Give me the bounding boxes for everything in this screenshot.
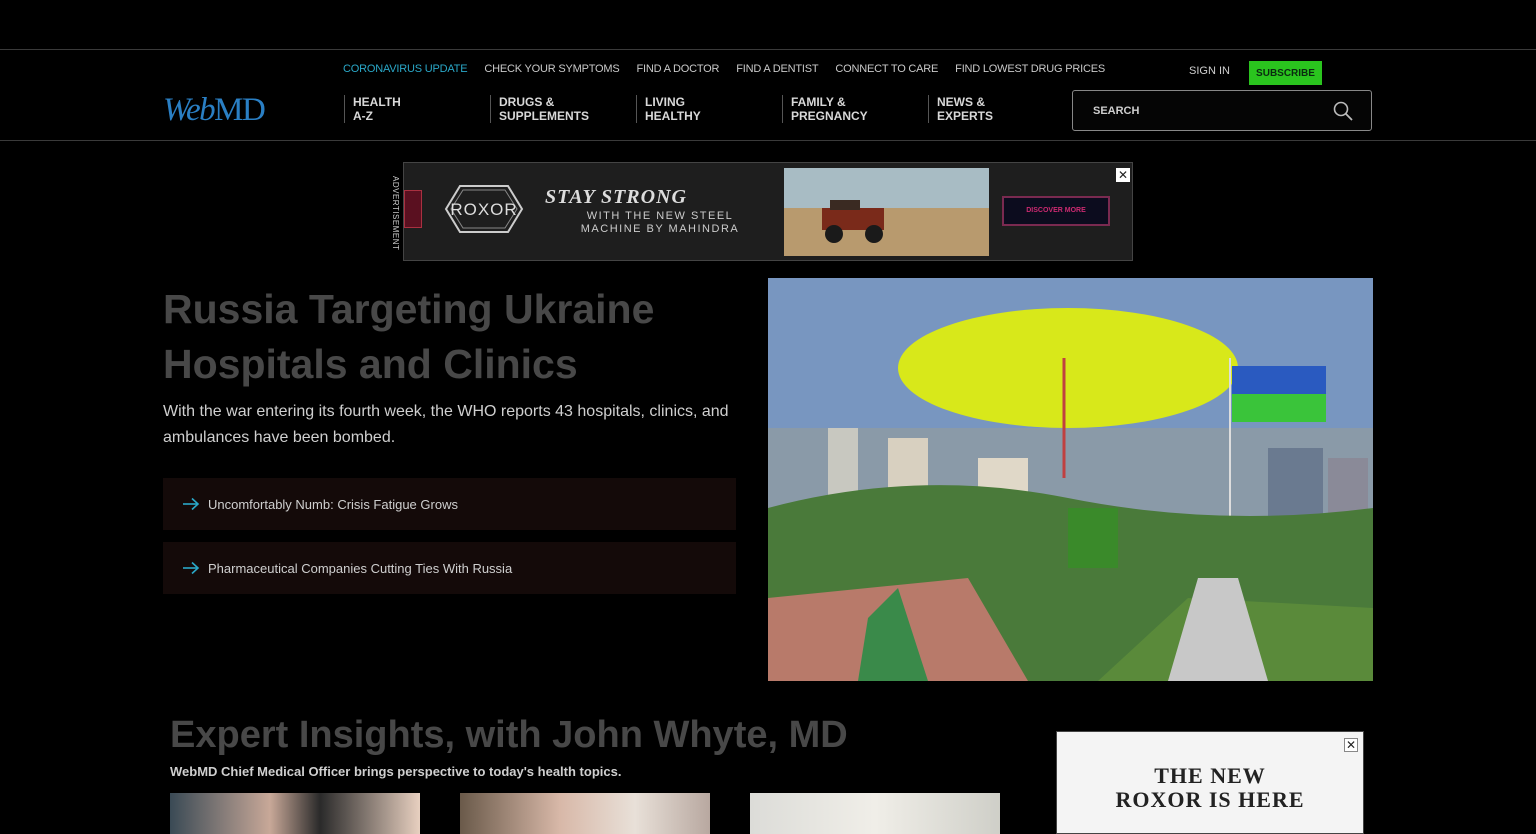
cityscape-illustration	[768, 278, 1373, 681]
utility-link-coronavirus[interactable]: CORONAVIRUS UPDATE	[343, 63, 468, 75]
utility-link-symptoms[interactable]: CHECK YOUR SYMPTOMS	[484, 63, 619, 75]
hero-title[interactable]: Russia Targeting Ukraine Hospitals and C…	[163, 282, 753, 392]
nav-item-label: NEWS &	[937, 95, 985, 109]
arrow-right-icon	[183, 561, 200, 575]
search-icon[interactable]	[1333, 101, 1353, 121]
ad-close-button[interactable]: ✕	[1116, 168, 1130, 182]
nav-item-label: FAMILY &	[791, 95, 846, 109]
main-nav: HEALTH A-Z DRUGS & SUPPLEMENTS LIVING HE…	[344, 95, 1074, 123]
ad-subtext-line: WITH THE NEW STEEL	[586, 210, 734, 222]
related-link-label: Pharmaceutical Companies Cutting Ties Wi…	[208, 560, 513, 576]
utility-link-drug-prices[interactable]: FIND LOWEST DRUG PRICES	[955, 63, 1105, 75]
roxor-logo-text: ROXOR	[450, 200, 517, 219]
arrow-right-icon	[183, 497, 200, 511]
nav-item-label: HEALTH	[353, 95, 401, 109]
nav-item-health-az[interactable]: HEALTH A-Z	[344, 95, 490, 123]
roxor-logo: ROXOR	[444, 185, 524, 233]
expert-insights-title[interactable]: Expert Insights, with John Whyte, MD	[170, 714, 848, 757]
side-ad-close-button[interactable]: ✕	[1344, 738, 1358, 752]
nav-item-label: SUPPLEMENTS	[499, 109, 590, 123]
nav-item-family-pregnancy[interactable]: FAMILY & PREGNANCY	[782, 95, 928, 123]
utility-link-connect-care[interactable]: CONNECT TO CARE	[835, 63, 938, 75]
subscribe-button[interactable]: SUBSCRIBE	[1249, 61, 1322, 85]
webmd-logo[interactable]: WebMD	[163, 92, 266, 129]
nav-item-living-healthy[interactable]: LIVING HEALTHY	[636, 95, 782, 123]
ad-cta-button[interactable]: DISCOVER MORE	[1002, 196, 1110, 226]
side-ad-headline-line: ROXOR IS HERE	[1115, 787, 1305, 812]
ad-subtext-line: MACHINE BY MAHINDRA	[580, 223, 740, 235]
nav-item-label: A-Z	[353, 109, 373, 123]
nav-divider	[0, 140, 1536, 141]
top-ad-strip	[0, 0, 1536, 50]
video-thumbnail[interactable]	[750, 793, 1000, 834]
nav-item-label: DRUGS &	[499, 95, 555, 109]
hero-image-kyiv-cityscape[interactable]	[768, 278, 1373, 681]
ad-label: ADVERTISEMENT	[391, 176, 400, 251]
video-thumbnail[interactable]	[170, 793, 420, 834]
nav-item-news-experts[interactable]: NEWS & EXPERTS	[928, 95, 1074, 123]
nav-item-label: HEALTHY	[645, 109, 701, 123]
ad-badge-icon	[404, 190, 422, 228]
vehicle-illustration	[784, 168, 989, 256]
side-ad-headline: THE NEW ROXOR IS HERE	[1057, 764, 1363, 812]
utility-nav: CORONAVIRUS UPDATE CHECK YOUR SYMPTOMS F…	[343, 63, 1105, 75]
utility-link-find-dentist[interactable]: FIND A DENTIST	[736, 63, 818, 75]
sign-in-link[interactable]: SIGN IN	[1189, 65, 1230, 77]
utility-link-find-doctor[interactable]: FIND A DOCTOR	[637, 63, 720, 75]
ad-subtext: WITH THE NEW STEEL MACHINE BY MAHINDRA	[545, 210, 775, 236]
video-thumbnail[interactable]	[460, 793, 710, 834]
nav-item-label: PREGNANCY	[791, 109, 868, 123]
nav-item-drugs-supplements[interactable]: DRUGS & SUPPLEMENTS	[490, 95, 636, 123]
nav-item-label: EXPERTS	[937, 109, 994, 123]
expert-insights-subtitle: WebMD Chief Medical Officer brings persp…	[170, 764, 622, 779]
side-ad[interactable]: THE NEW ROXOR IS HERE	[1056, 731, 1364, 834]
search-box	[1072, 90, 1372, 131]
related-link-pharma-ties[interactable]: Pharmaceutical Companies Cutting Ties Wi…	[163, 542, 736, 594]
related-link-crisis-fatigue[interactable]: Uncomfortably Numb: Crisis Fatigue Grows	[163, 478, 736, 530]
logo-web-text: Web	[163, 92, 216, 128]
related-link-label: Uncomfortably Numb: Crisis Fatigue Grows	[208, 496, 458, 512]
side-ad-headline-line: THE NEW	[1154, 763, 1266, 788]
nav-item-label: LIVING	[645, 95, 686, 109]
ad-headline: STAY STRONG	[545, 186, 687, 208]
hero-description: With the war entering its fourth week, t…	[163, 403, 729, 446]
logo-md-text: MD	[214, 92, 266, 128]
search-input[interactable]	[1093, 103, 1323, 119]
ad-vehicle-photo	[784, 168, 989, 256]
